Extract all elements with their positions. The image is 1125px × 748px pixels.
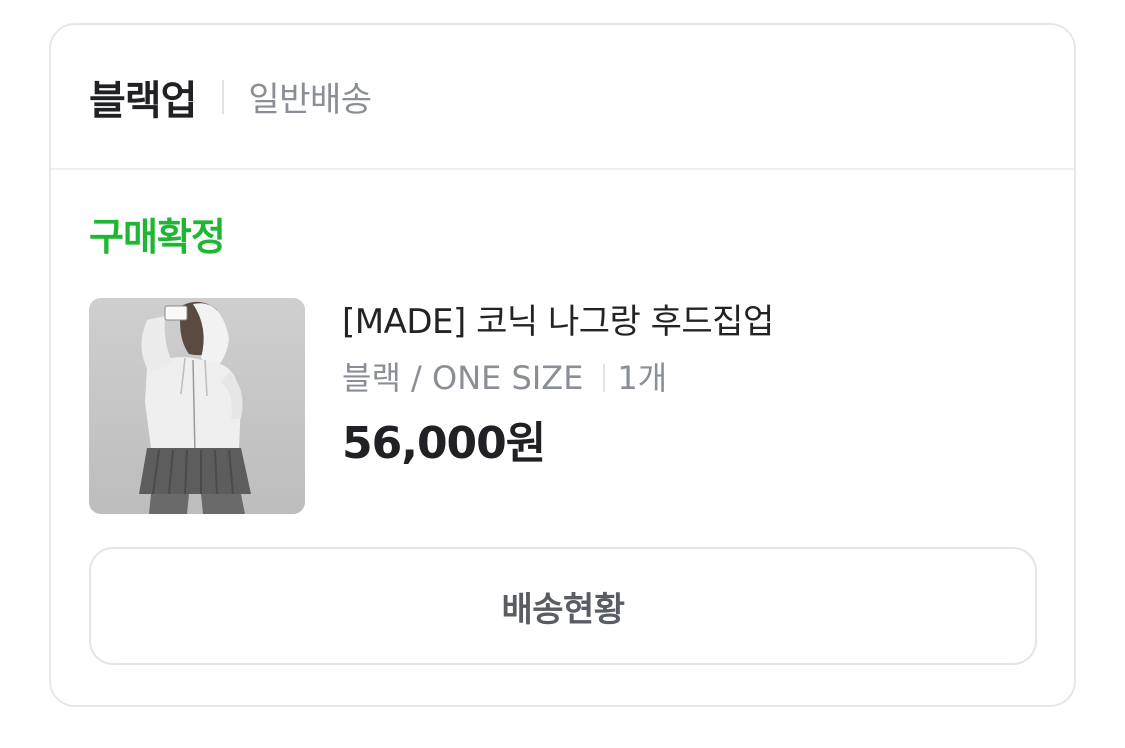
product-price: 56,000원 — [342, 418, 546, 469]
shipping-type: 일반배송 — [248, 80, 372, 120]
product-item[interactable]: [MADE] 코닉 나그랑 후드집업 블랙 / ONE SIZE 1개 56,0… — [89, 298, 774, 514]
delivery-status-button[interactable]: 배송현황 — [89, 547, 1037, 665]
order-status: 구매확정 — [89, 215, 226, 259]
product-info: [MADE] 코닉 나그랑 후드집업 블랙 / ONE SIZE 1개 56,0… — [342, 298, 774, 514]
product-option-row: 블랙 / ONE SIZE 1개 — [342, 358, 774, 398]
product-thumbnail[interactable] — [89, 298, 305, 514]
store-header: 블랙업 일반배송 — [51, 25, 1074, 170]
product-quantity: 1개 — [617, 359, 668, 397]
store-name[interactable]: 블랙업 — [89, 68, 197, 126]
product-photo-image — [89, 298, 305, 514]
header-divider — [222, 79, 225, 114]
option-divider — [603, 364, 606, 392]
product-option: 블랙 / ONE SIZE — [342, 359, 584, 397]
order-card: 블랙업 일반배송 구매확정 [MADE] 코닉 나그랑 후드집업 블랙 / ON… — [49, 23, 1076, 707]
product-name[interactable]: [MADE] 코닉 나그랑 후드집업 — [342, 300, 774, 344]
